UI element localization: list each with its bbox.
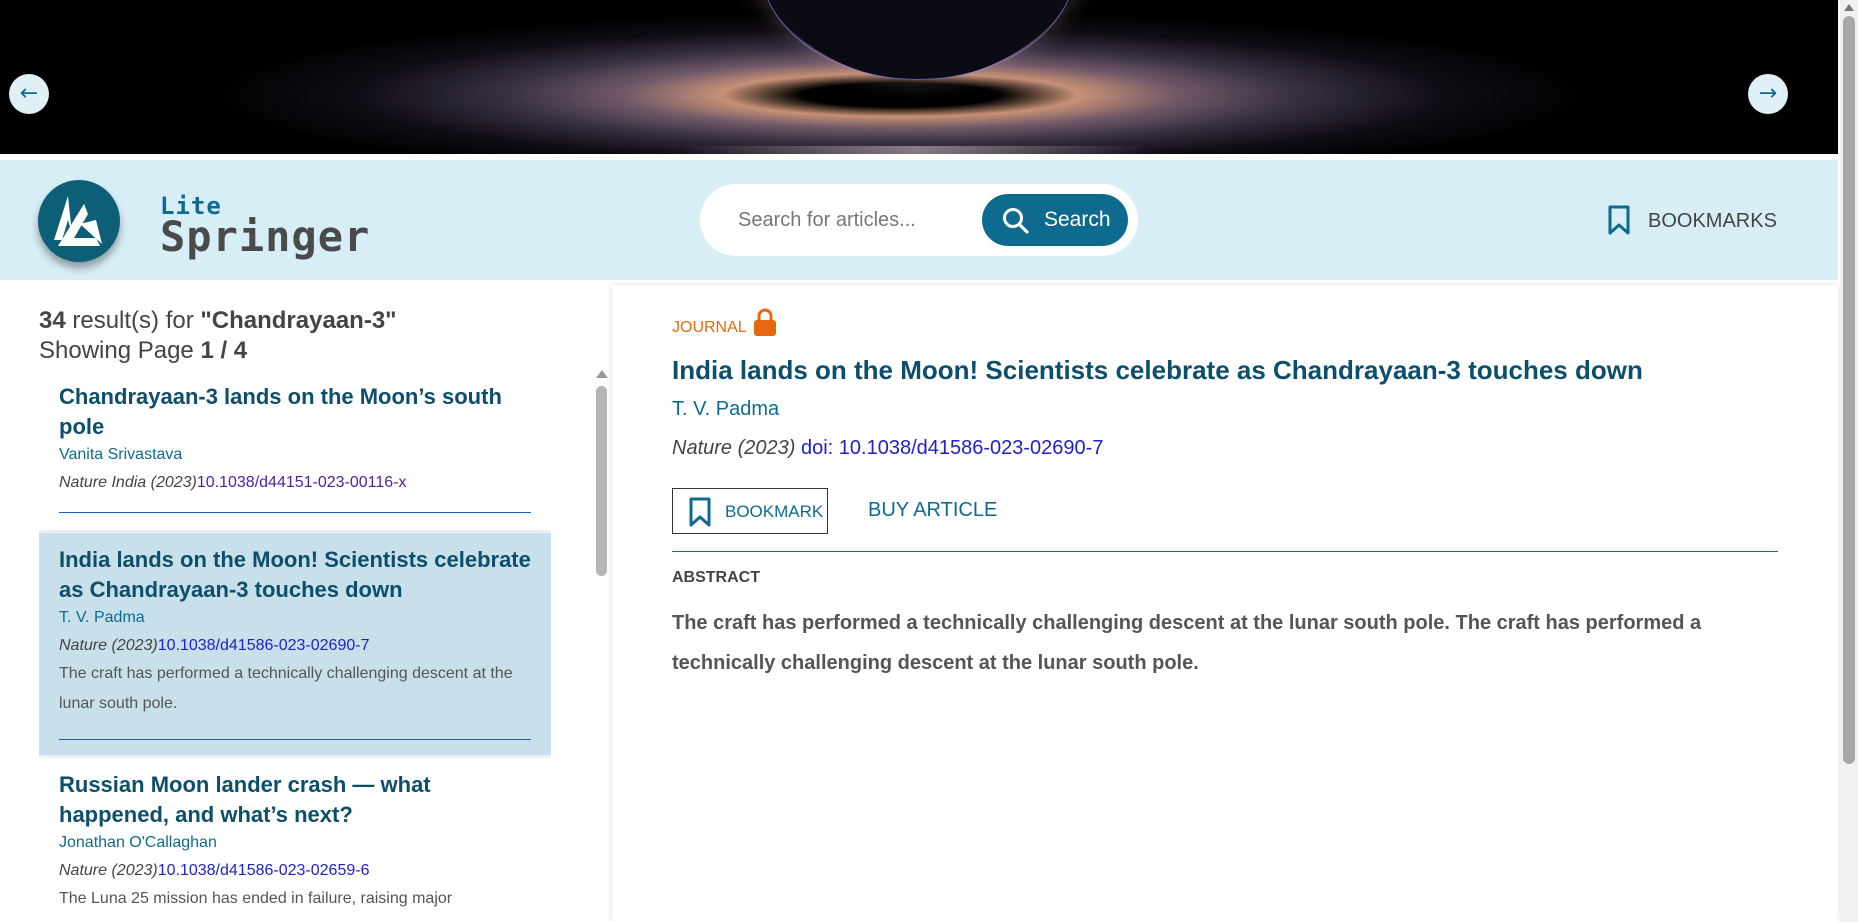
article-title[interactable]: Russian Moon lander crash — what happene… bbox=[59, 770, 531, 830]
article-type-label: JOURNAL bbox=[672, 319, 747, 336]
article-doi-link[interactable]: 10.1038/d41586-023-02690-7 bbox=[158, 637, 370, 654]
logo-title[interactable]: Springer bbox=[160, 212, 370, 261]
article-abstract: The Luna 25 mission has ended in failure… bbox=[59, 890, 453, 907]
article-card[interactable]: Russian Moon lander crash — what happene… bbox=[39, 758, 551, 922]
detail-meta: Nature (2023) doi: 10.1038/d41586-023-02… bbox=[672, 437, 1103, 460]
list-scrollbar-thumb[interactable] bbox=[596, 386, 607, 576]
lock-icon bbox=[754, 308, 776, 336]
article-meta: Nature (2023)10.1038/d41586-023-02659-6 bbox=[59, 862, 531, 880]
article-author: T. V. Padma bbox=[59, 609, 145, 626]
buy-article-button[interactable]: BUY ARTICLE bbox=[868, 499, 997, 522]
article-author: Jonathan O'Callaghan bbox=[59, 834, 217, 851]
search-icon bbox=[1003, 208, 1029, 234]
article-author: Vanita Srivastava bbox=[59, 446, 183, 463]
results-summary: 34 result(s) for "Chandrayaan-3" Showing… bbox=[39, 306, 397, 366]
card-divider bbox=[59, 739, 531, 740]
hero-banner bbox=[0, 0, 1838, 154]
article-journal: Nature India (2023) bbox=[59, 474, 197, 491]
article-meta: Nature (2023)10.1038/d41586-023-02690-7 bbox=[59, 637, 531, 655]
article-abstract: The craft has performed a technically ch… bbox=[59, 665, 513, 712]
abstract-heading: ABSTRACT bbox=[672, 569, 760, 586]
bookmark-icon bbox=[689, 497, 711, 527]
carousel-next-button[interactable]: → bbox=[1748, 74, 1788, 114]
article-title[interactable]: India lands on the Moon! Scientists cele… bbox=[59, 545, 531, 605]
logo-icon[interactable] bbox=[38, 180, 120, 262]
bookmark-button[interactable]: BOOKMARK bbox=[672, 488, 828, 534]
window-scrollbar-thumb[interactable] bbox=[1843, 16, 1855, 764]
article-journal: Nature (2023) bbox=[59, 862, 158, 879]
page-prefix: Showing Page bbox=[39, 337, 201, 364]
detail-divider bbox=[672, 551, 1778, 552]
detail-title: India lands on the Moon! Scientists cele… bbox=[672, 355, 1643, 385]
article-title[interactable]: Chandrayaan-3 lands on the Moon’s south … bbox=[59, 382, 531, 442]
hero-image-strip bbox=[680, 146, 1150, 154]
detail-journal: Nature (2023) bbox=[672, 437, 796, 459]
detail-author[interactable]: T. V. Padma bbox=[672, 398, 779, 421]
results-count-suffix: result(s) for bbox=[65, 307, 201, 334]
article-card[interactable]: Chandrayaan-3 lands on the Moon’s south … bbox=[39, 370, 551, 530]
search-bar: Search bbox=[700, 184, 1138, 256]
bookmark-icon bbox=[1608, 205, 1630, 235]
bookmarks-link-label: BOOKMARKS bbox=[1648, 210, 1777, 232]
results-count: 34 bbox=[39, 307, 66, 334]
search-button[interactable]: Search bbox=[982, 194, 1128, 246]
search-button-label: Search bbox=[1044, 208, 1111, 231]
article-detail-panel: JOURNAL India lands on the Moon! Scienti… bbox=[612, 285, 1838, 922]
list-scroll-up-arrow[interactable] bbox=[596, 370, 608, 378]
abstract-text: The craft has performed a technically ch… bbox=[672, 612, 1702, 674]
card-divider bbox=[59, 512, 531, 513]
carousel-prev-button[interactable]: ← bbox=[9, 74, 49, 114]
site-header: Lite Springer Search BOOKMARKS bbox=[0, 160, 1838, 280]
article-doi-link[interactable]: 10.1038/d41586-023-02659-6 bbox=[158, 862, 370, 879]
page-indicator: 1 / 4 bbox=[200, 337, 248, 364]
detail-doi-link[interactable]: doi: 10.1038/d41586-023-02690-7 bbox=[801, 437, 1103, 459]
article-doi-link[interactable]: 10.1038/d44151-023-00116-x bbox=[197, 474, 407, 491]
bookmark-button-label: BOOKMARK bbox=[725, 502, 824, 521]
article-journal: Nature (2023) bbox=[59, 637, 158, 654]
search-input[interactable] bbox=[738, 202, 938, 238]
article-card-selected[interactable]: India lands on the Moon! Scientists cele… bbox=[39, 533, 551, 755]
article-meta: Nature India (2023)10.1038/d44151-023-00… bbox=[59, 474, 531, 492]
article-list: Chandrayaan-3 lands on the Moon’s south … bbox=[39, 370, 551, 922]
results-query: "Chandrayaan-3" bbox=[200, 307, 397, 334]
window-scroll-up-arrow[interactable] bbox=[1844, 4, 1854, 11]
